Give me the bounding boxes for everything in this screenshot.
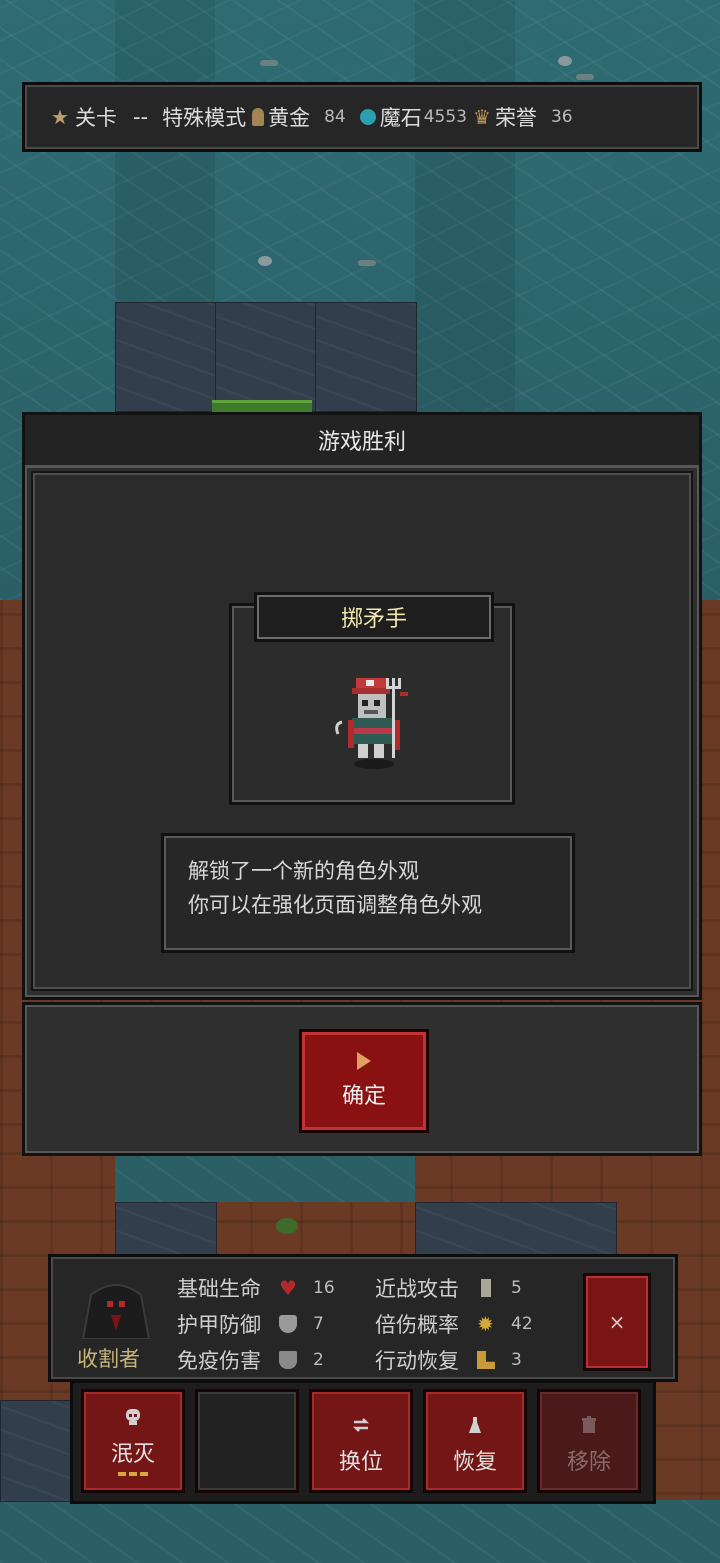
- magic-stone-counter: 魔石 4553: [359, 102, 467, 132]
- stat-value: 7: [313, 1314, 324, 1334]
- stone-tile: [215, 302, 317, 412]
- stat-label: 免疫伤害: [177, 1349, 261, 1373]
- honor-counter: ♛ 荣誉 36: [473, 102, 573, 132]
- spearman-sprite-icon: [335, 678, 408, 769]
- stat-value: 2: [313, 1350, 324, 1370]
- unlock-hint-line: 你可以在强化页面调整角色外观: [188, 893, 482, 917]
- stat-action-recovery: 行动恢复 3: [375, 1345, 522, 1375]
- destroy-label: 泯灭: [110, 1442, 155, 1467]
- confirm-button[interactable]: 确定: [299, 1029, 429, 1133]
- confirm-label: 确定: [341, 1084, 386, 1109]
- reaper-portrait-icon: [81, 1284, 151, 1339]
- stat-label: 基础生命: [177, 1277, 261, 1301]
- stat-value: 16: [313, 1278, 335, 1298]
- stone-tile: [315, 302, 417, 412]
- gold-label: 黄金: [268, 106, 311, 130]
- swap-button[interactable]: 换位: [309, 1389, 413, 1493]
- shield-icon: [279, 1315, 297, 1333]
- stone-tile: [115, 1202, 217, 1256]
- unlock-message-box: 解锁了一个新的角色外观 你可以在强化页面调整角色外观: [161, 833, 575, 953]
- honor-label: 荣誉: [494, 106, 537, 130]
- character-info-panel: 收割者 基础生命 ♥ 16 护甲防御 7 免疫伤害 2 近战攻击 5 倍伤概率 …: [48, 1254, 678, 1382]
- victory-dialog: 游戏胜利 掷矛手 解锁了一个新的角色外观 你可以在强化页面调整角色外观: [22, 412, 702, 1000]
- stone-tile: [115, 302, 217, 412]
- stat-value: 3: [511, 1350, 522, 1370]
- empty-slot: [195, 1389, 299, 1493]
- unlock-message-line: 解锁了一个新的角色外观: [188, 859, 419, 883]
- remove-label: 移除: [566, 1450, 611, 1475]
- charge-pips: [118, 1472, 148, 1476]
- stat-armor: 护甲防御 7: [177, 1309, 324, 1339]
- trash-icon: [582, 1416, 596, 1433]
- play-icon: [357, 1052, 371, 1070]
- skull-icon: [126, 1409, 140, 1425]
- destroy-button[interactable]: 泯灭: [81, 1389, 185, 1493]
- action-bar: 泯灭 换位 恢复 移除: [70, 1380, 656, 1504]
- stat-melee-attack: 近战攻击 5: [375, 1273, 522, 1303]
- stat-crit-chance: 倍伤概率 ✹ 42: [375, 1309, 533, 1339]
- star-icon: ★: [51, 105, 69, 129]
- pebble: [258, 256, 272, 266]
- water-tile: [115, 1150, 415, 1202]
- burst-icon: ✹: [477, 1312, 494, 1336]
- magic-stone-value: 4553: [423, 107, 467, 127]
- mode-label: 特殊模式: [162, 106, 247, 130]
- stat-label: 倍伤概率: [375, 1313, 459, 1337]
- stone-tile: [415, 1202, 617, 1256]
- honor-value: 36: [550, 107, 573, 127]
- gold-icon: [252, 108, 265, 126]
- dialog-body: 掷矛手 解锁了一个新的角色外观 你可以在强化页面调整角色外观: [31, 471, 693, 991]
- unlocked-skin-card: 掷矛手: [229, 592, 515, 805]
- gold-value: 84: [324, 107, 346, 127]
- fish-sprite: [576, 74, 594, 80]
- stat-label: 行动恢复: [375, 1349, 459, 1373]
- restore-label: 恢复: [452, 1450, 497, 1475]
- fish-sprite: [260, 60, 278, 66]
- boot-icon: [477, 1351, 495, 1369]
- remove-button[interactable]: 移除: [537, 1389, 641, 1493]
- stat-value: 42: [511, 1314, 533, 1334]
- stone-tile: [0, 1400, 72, 1502]
- gold-counter: 黄金 84: [252, 102, 346, 132]
- magic-stone-label: 魔石: [379, 106, 422, 130]
- close-icon: ×: [608, 1310, 626, 1334]
- restore-button[interactable]: 恢复: [423, 1389, 527, 1493]
- level-indicator: ★ 关卡 --: [51, 102, 148, 132]
- pebble: [558, 56, 572, 66]
- swap-label: 换位: [338, 1450, 383, 1475]
- stat-value: 5: [511, 1278, 522, 1298]
- resource-bar: ★ 关卡 -- 特殊模式 黄金 84 魔石 4553 ♛ 荣誉 36: [22, 82, 702, 152]
- guard-icon: [279, 1351, 297, 1369]
- stat-label: 护甲防御: [177, 1313, 261, 1337]
- swap-icon: [352, 1418, 370, 1432]
- water-tile: [0, 1500, 720, 1563]
- stat-label: 近战攻击: [375, 1277, 459, 1301]
- dialog-title: 游戏胜利: [25, 415, 699, 468]
- magic-stone-icon: [359, 109, 376, 125]
- close-button[interactable]: ×: [583, 1273, 651, 1371]
- heart-icon: ♥: [279, 1276, 297, 1300]
- mode-indicator: 特殊模式: [162, 102, 246, 132]
- level-label: 关卡: [74, 106, 117, 130]
- fish-sprite: [358, 260, 376, 266]
- stat-base-hp: 基础生命 ♥ 16: [177, 1273, 335, 1303]
- character-name: 收割者: [77, 1347, 140, 1371]
- crown-icon: ♛: [473, 105, 491, 129]
- stat-immunity: 免疫伤害 2: [177, 1345, 324, 1375]
- potion-icon: [469, 1417, 481, 1433]
- level-value: --: [132, 105, 149, 129]
- dialog-button-panel: 确定: [22, 1002, 702, 1156]
- skin-name: 掷矛手: [254, 592, 494, 642]
- sword-icon: [481, 1279, 491, 1297]
- bush-sprite: [276, 1218, 298, 1234]
